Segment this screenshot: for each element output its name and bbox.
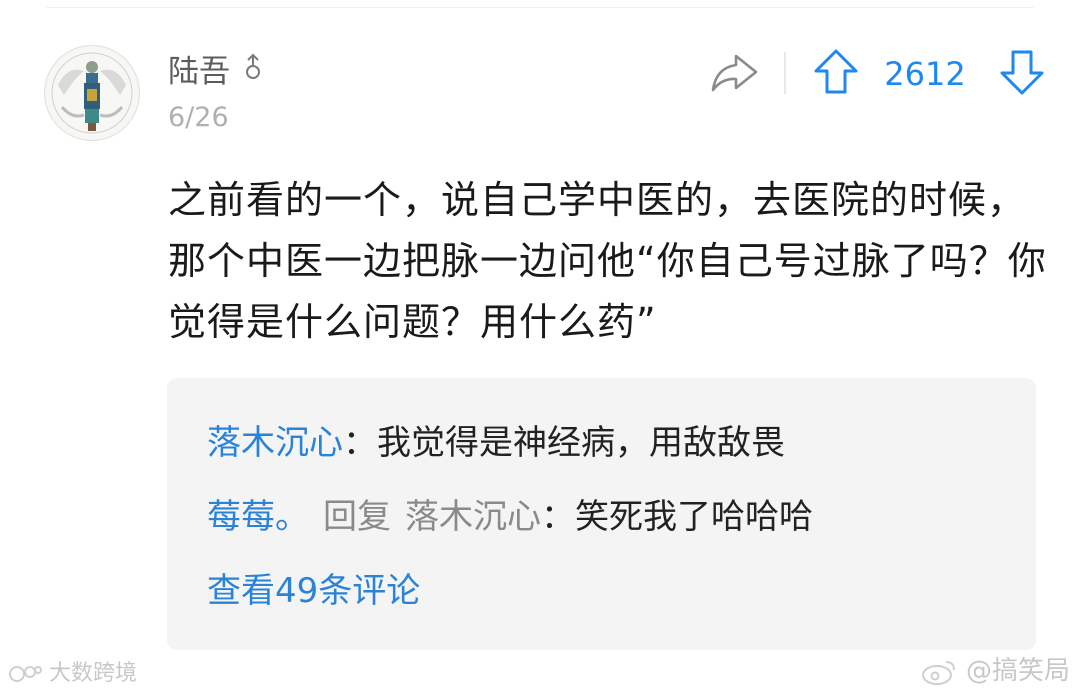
username-text[interactable]: 陆吾 (168, 54, 230, 90)
share-button[interactable] (708, 50, 760, 96)
reply-author[interactable]: 落木沉心 (207, 423, 343, 463)
watermark-left-text: 大数跨境 (49, 661, 138, 686)
vote-count: 2612 (884, 55, 966, 93)
share-arrow-icon (711, 54, 758, 92)
post-content: 之前看的一个，说自己学中医的，去医院的时候，那个中医一边把脉一边问他“你自己号过… (168, 178, 1047, 344)
avatar[interactable] (44, 45, 140, 141)
reply-item[interactable]: 落木沉心：我觉得是神经病，用敌敌畏 (207, 420, 785, 466)
watermark-right-text: @搞笑局 (965, 656, 1070, 686)
reply-item[interactable]: 莓莓。 回复 落木沉心：笑死我了哈哈哈 (207, 494, 813, 540)
weibo-logo-icon (921, 660, 955, 685)
post-date: 6/26 (168, 102, 229, 133)
male-symbol-icon (244, 51, 262, 91)
reply-separator: ： (541, 497, 575, 537)
post-author-name[interactable]: 陆吾 (168, 52, 262, 92)
reply-word: 回复 (323, 497, 391, 537)
view-comments-link[interactable]: 查看49条评论 (207, 568, 420, 614)
reply-text: 我觉得是神经病，用敌敌畏 (377, 423, 785, 463)
avatar-image (46, 47, 138, 139)
downvote-button[interactable] (998, 47, 1046, 97)
watermark-right: @搞笑局 (920, 650, 1070, 687)
action-divider (784, 52, 786, 94)
reply-text: 笑死我了哈哈哈 (575, 497, 813, 537)
reply-separator: ： (343, 423, 377, 463)
watermark-logo-icon (9, 666, 42, 682)
arrow-up-icon (814, 49, 858, 94)
reply-author[interactable]: 莓莓。 (207, 497, 309, 537)
watermark-left: 大数跨境 (8, 655, 137, 687)
arrow-down-icon (1000, 50, 1044, 95)
upvote-button[interactable] (812, 47, 860, 97)
reply-to-author[interactable]: 落木沉心 (405, 497, 541, 537)
top-divider (46, 7, 1034, 8)
